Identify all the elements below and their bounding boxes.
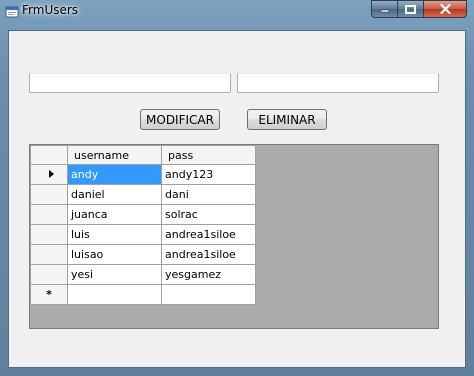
row-header[interactable] <box>30 164 68 185</box>
new-row-header[interactable]: * <box>30 284 68 305</box>
table-row[interactable]: juanca solrac <box>30 204 256 225</box>
row-header[interactable] <box>30 264 68 285</box>
table-row[interactable]: andy andy123 <box>30 164 256 185</box>
row-header[interactable] <box>30 204 68 225</box>
cell-username[interactable]: juanca <box>67 204 162 225</box>
form-client-area: MODIFICAR ELIMINAR username pass andy an… <box>8 30 466 368</box>
current-row-arrow-icon <box>48 170 54 178</box>
delete-button[interactable]: ELIMINAR <box>247 109 327 130</box>
cell-pass[interactable]: andrea1siloe <box>161 224 256 245</box>
title-bar[interactable]: FrmUsers <box>0 0 474 24</box>
close-icon <box>439 4 451 14</box>
modify-button[interactable]: MODIFICAR <box>140 109 220 130</box>
new-row-marker: * <box>46 288 52 301</box>
maximize-button[interactable] <box>397 0 423 18</box>
app-icon <box>5 6 19 18</box>
cell-pass[interactable]: dani <box>161 184 256 205</box>
row-header[interactable] <box>30 224 68 245</box>
cell-pass[interactable]: andrea1siloe <box>161 244 256 265</box>
row-header[interactable] <box>30 184 68 205</box>
table-row[interactable]: luisao andrea1siloe <box>30 244 256 265</box>
cell-pass[interactable]: solrac <box>161 204 256 225</box>
window-title: FrmUsers <box>22 3 79 17</box>
grid-header-row: username pass <box>30 145 256 165</box>
minimize-icon <box>380 9 389 13</box>
grid-corner-header[interactable] <box>30 145 68 165</box>
users-data-grid[interactable]: username pass andy andy123 daniel dani j… <box>29 144 439 329</box>
caption-buttons <box>371 0 467 18</box>
users-table: username pass andy andy123 daniel dani j… <box>30 145 256 305</box>
cell-pass[interactable]: andy123 <box>161 164 256 185</box>
table-row[interactable]: yesi yesgamez <box>30 264 256 285</box>
new-row[interactable]: * <box>30 284 256 305</box>
column-header-username[interactable]: username <box>67 145 162 165</box>
password-input[interactable] <box>237 73 439 93</box>
cell-username[interactable]: yesi <box>67 264 162 285</box>
cell-username[interactable]: luisao <box>67 244 162 265</box>
close-button[interactable] <box>423 0 467 18</box>
maximize-icon <box>405 4 416 14</box>
minimize-button[interactable] <box>371 0 397 18</box>
cell-pass[interactable]: yesgamez <box>161 264 256 285</box>
cell-username[interactable]: daniel <box>67 184 162 205</box>
table-row[interactable]: daniel dani <box>30 184 256 205</box>
column-header-pass[interactable]: pass <box>161 145 256 165</box>
table-row[interactable]: luis andrea1siloe <box>30 224 256 245</box>
new-cell-username[interactable] <box>67 284 162 305</box>
row-header[interactable] <box>30 244 68 265</box>
username-input[interactable] <box>29 73 231 93</box>
new-cell-pass[interactable] <box>161 284 256 305</box>
app-window: FrmUsers MODIFICAR ELIMINAR username pas… <box>0 0 474 376</box>
cell-username[interactable]: andy <box>67 164 162 185</box>
cell-username[interactable]: luis <box>67 224 162 245</box>
